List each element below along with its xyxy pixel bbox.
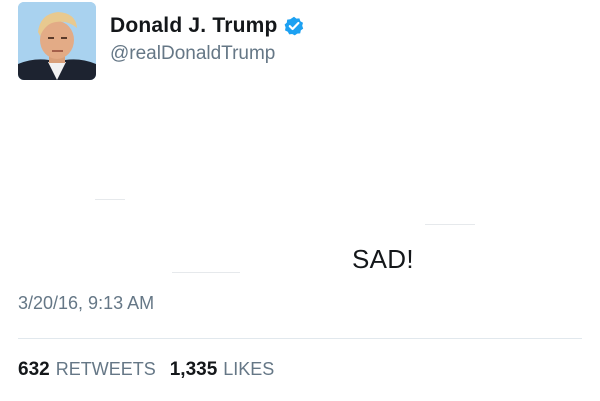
tweet-body: [0, 96, 600, 286]
tweet-text: SAD!: [352, 244, 414, 274]
likes-count[interactable]: 1,335: [170, 359, 218, 381]
display-name-row: Donald J. Trump: [110, 12, 304, 40]
tweet-card: Donald J. Trump @realDonaldTrump SAD! 3/…: [0, 0, 600, 401]
faint-artifact: [172, 272, 240, 273]
faint-artifact: [425, 224, 475, 225]
user-handle[interactable]: @realDonaldTrump: [110, 43, 275, 65]
likes-label[interactable]: LIKES: [223, 359, 274, 380]
tweet-timestamp[interactable]: 3/20/16, 9:13 AM: [18, 293, 154, 314]
divider: [18, 338, 582, 339]
retweets-label[interactable]: RETWEETS: [56, 359, 156, 380]
tweet-stats: 632 RETWEETS 1,335 LIKES: [18, 359, 282, 381]
verified-badge-icon: [284, 16, 304, 36]
avatar-image: [18, 2, 96, 80]
display-name[interactable]: Donald J. Trump: [110, 14, 278, 38]
faint-artifact: [95, 199, 125, 200]
avatar[interactable]: [18, 2, 96, 80]
retweets-count[interactable]: 632: [18, 359, 50, 381]
